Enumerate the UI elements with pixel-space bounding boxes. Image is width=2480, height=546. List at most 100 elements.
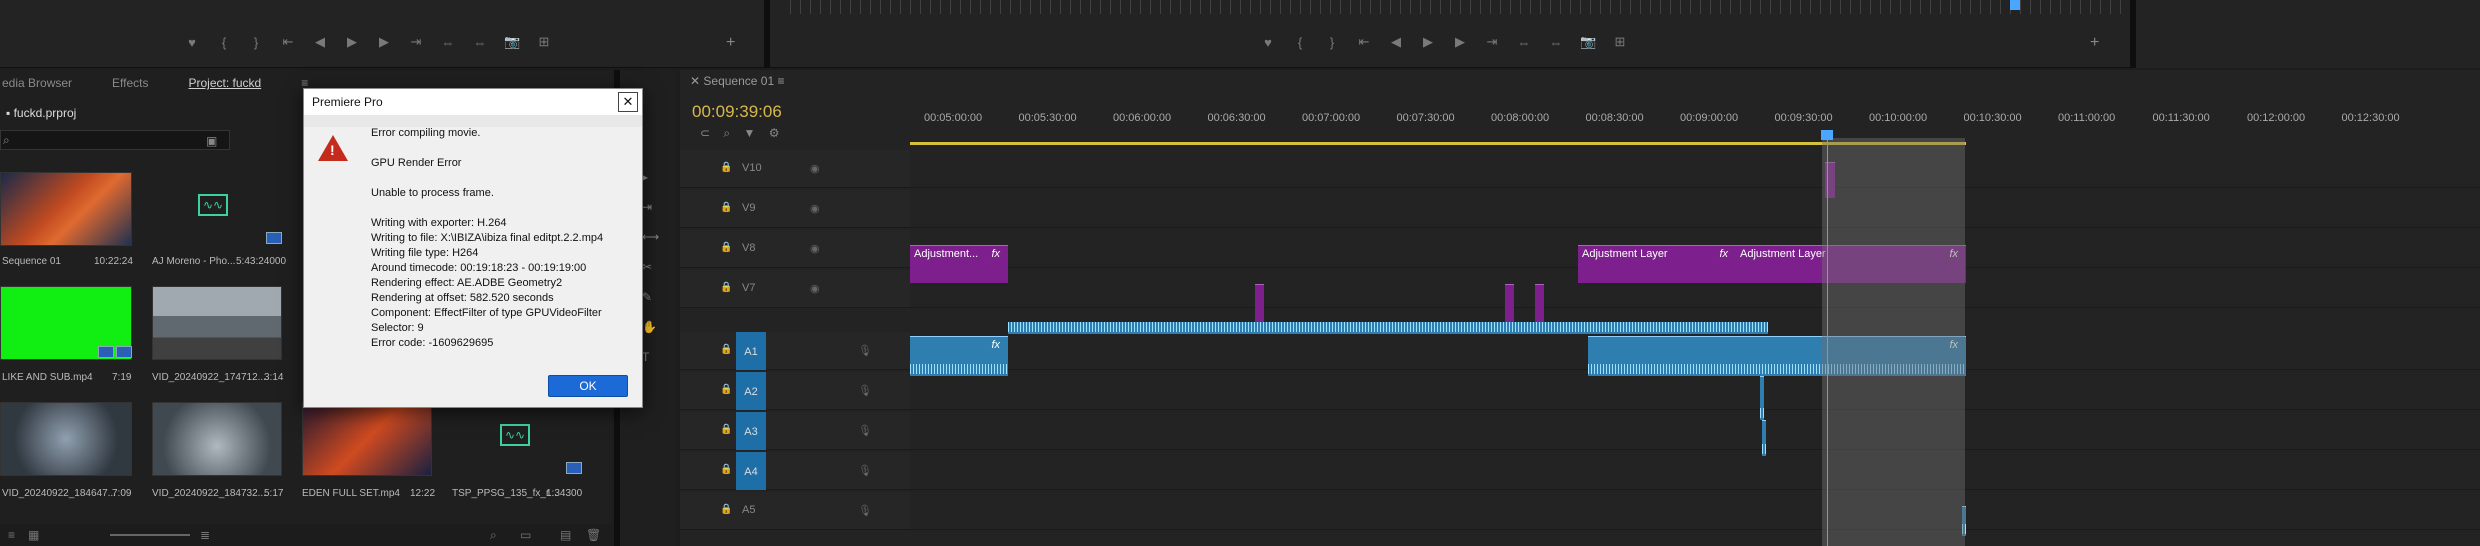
type-tool-icon[interactable]: T	[642, 350, 649, 364]
settings-icon[interactable]: ⚙	[769, 126, 780, 140]
track-header[interactable]: 🔒 V8 ◉	[680, 230, 910, 268]
audio-clip[interactable]: fx	[910, 336, 1008, 376]
step-forward-icon[interactable]: ▶	[1452, 34, 1468, 50]
go-to-in-icon[interactable]: ⇤	[1356, 34, 1372, 50]
zoom-slider[interactable]	[110, 534, 190, 536]
time-ruler[interactable]: 00:05:00:00 00:05:30:00 00:06:00:00 00:06:3…	[910, 110, 2480, 138]
thumbnail-underpass-clip[interactable]	[0, 402, 132, 476]
play-icon[interactable]: ▶	[1420, 34, 1436, 50]
track-label[interactable]: V7	[742, 282, 755, 294]
new-bin-icon[interactable]: ▣	[206, 134, 217, 148]
add-button-icon[interactable]: +	[2090, 34, 2099, 52]
track-label[interactable]: V8	[742, 242, 755, 254]
ok-button[interactable]: OK	[548, 375, 628, 397]
mark-out-icon[interactable]: }	[1324, 35, 1340, 50]
lock-icon[interactable]: 🔒	[720, 282, 732, 293]
track-label[interactable]: A1	[736, 332, 766, 370]
ripple-edit-icon[interactable]: ⟷	[642, 230, 659, 244]
track-lane[interactable]	[910, 492, 2480, 530]
audio-waveform-icon[interactable]: ∿∿	[500, 424, 530, 446]
eye-icon[interactable]: ◉	[810, 282, 820, 295]
thumbnail-fisheye-clip[interactable]	[152, 402, 282, 476]
list-view-icon[interactable]: ≡	[8, 528, 15, 542]
track-label[interactable]: A3	[736, 412, 766, 450]
sequence-tab[interactable]: ✕ Sequence 01 ≡	[690, 74, 784, 88]
track-label[interactable]: A2	[736, 372, 766, 410]
mark-in-icon[interactable]: {	[216, 35, 232, 50]
tab-project[interactable]: Project: fuckd	[189, 76, 262, 98]
lock-icon[interactable]: 🔒	[720, 384, 732, 395]
track-lane[interactable]	[910, 412, 2480, 450]
project-search-input[interactable]: ⌕	[0, 130, 230, 150]
go-to-out-icon[interactable]: ⇥	[408, 34, 424, 50]
track-header[interactable]: 🔒 A5 🎙	[680, 492, 910, 530]
mic-icon[interactable]: 🎙	[858, 384, 872, 397]
playhead-timecode[interactable]: 00:09:39:06	[692, 102, 782, 122]
adjustment-clip[interactable]	[1255, 284, 1264, 322]
sort-icon[interactable]: ≣	[200, 528, 210, 542]
lock-icon[interactable]: 🔒	[720, 242, 732, 253]
lock-icon[interactable]: 🔒	[720, 202, 732, 213]
mark-out-icon[interactable]: }	[248, 35, 264, 50]
marker-icon[interactable]: ♥	[1260, 35, 1276, 50]
thumbnail-sequence-01[interactable]	[0, 172, 132, 246]
adjustment-clip[interactable]	[1505, 284, 1514, 322]
eye-icon[interactable]: ◉	[810, 202, 820, 215]
track-label[interactable]: V9	[742, 202, 755, 214]
linked-selection-icon[interactable]: ⌕	[723, 126, 730, 140]
find-icon[interactable]: ⌕	[490, 528, 497, 543]
audio-waveform-icon[interactable]: ∿∿	[198, 194, 228, 216]
tab-media-browser[interactable]: edia Browser	[2, 76, 72, 98]
mic-icon[interactable]: 🎙	[858, 464, 872, 477]
hand-tool-icon[interactable]: ✋	[642, 320, 657, 334]
lock-icon[interactable]: 🔒	[720, 424, 732, 435]
add-marker-icon[interactable]: ▼	[743, 126, 755, 140]
track-header[interactable]: 🔒 V7 ◉	[680, 270, 910, 308]
step-back-icon[interactable]: ◀	[1388, 34, 1404, 50]
track-label[interactable]: A5	[742, 504, 755, 516]
mic-icon[interactable]: 🎙	[858, 344, 872, 357]
lock-icon[interactable]: 🔒	[720, 344, 732, 355]
program-ruler[interactable]	[790, 0, 2130, 14]
mic-icon[interactable]: 🎙	[858, 424, 872, 437]
close-tab-icon[interactable]: ✕	[690, 74, 703, 88]
adjustment-clip[interactable]: Adjustment... fx	[910, 245, 1008, 283]
track-header[interactable]: 🔒 A1 🎙	[680, 332, 910, 370]
icon-view-icon[interactable]: ▦	[28, 528, 39, 542]
track-lane[interactable]	[910, 150, 2480, 188]
lock-icon[interactable]: 🔒	[720, 162, 732, 173]
track-label[interactable]: A4	[736, 452, 766, 490]
overwrite-icon[interactable]: ⇔	[472, 35, 488, 50]
thumbnail-road-clip[interactable]	[152, 286, 282, 360]
adjustment-clip[interactable]: Adjustment Layer fx	[1578, 245, 1736, 283]
thumbnail-eden-clip[interactable]	[302, 402, 432, 476]
lock-icon[interactable]: 🔒	[720, 464, 732, 475]
new-bin-icon[interactable]: ▭	[520, 528, 531, 542]
camera-icon[interactable]: 📷	[1580, 34, 1596, 50]
pen-tool-icon[interactable]: ✎	[642, 290, 652, 304]
play-icon[interactable]: ▶	[344, 34, 360, 50]
extract-icon[interactable]: ⇔	[1548, 35, 1564, 50]
comparison-view-icon[interactable]: ⊞	[1612, 34, 1628, 50]
add-button-icon[interactable]: +	[726, 34, 735, 52]
track-header[interactable]: 🔒 V9 ◉	[680, 190, 910, 228]
camera-icon[interactable]: 📷	[504, 34, 520, 50]
tab-effects[interactable]: Effects	[112, 76, 148, 98]
track-header[interactable]: 🔒 V10 ◉	[680, 150, 910, 188]
lock-icon[interactable]: 🔒	[720, 504, 732, 515]
go-to-out-icon[interactable]: ⇥	[1484, 34, 1500, 50]
work-area-bar[interactable]	[910, 142, 1966, 145]
eye-icon[interactable]: ◉	[810, 242, 820, 255]
new-item-icon[interactable]: ▤	[560, 528, 571, 542]
track-header[interactable]: 🔒 A4 🎙	[680, 452, 910, 490]
track-lane[interactable]	[910, 190, 2480, 228]
playhead-handle[interactable]	[1821, 130, 1833, 140]
audio-clip[interactable]	[1762, 420, 1766, 456]
go-to-in-icon[interactable]: ⇤	[280, 34, 296, 50]
audio-clip[interactable]	[1760, 376, 1764, 420]
mic-icon[interactable]: 🎙	[858, 504, 872, 517]
track-label[interactable]: V10	[742, 162, 762, 174]
video-clip[interactable]	[1008, 322, 1768, 334]
playhead-line[interactable]	[1827, 130, 1828, 546]
mark-in-icon[interactable]: {	[1292, 35, 1308, 50]
